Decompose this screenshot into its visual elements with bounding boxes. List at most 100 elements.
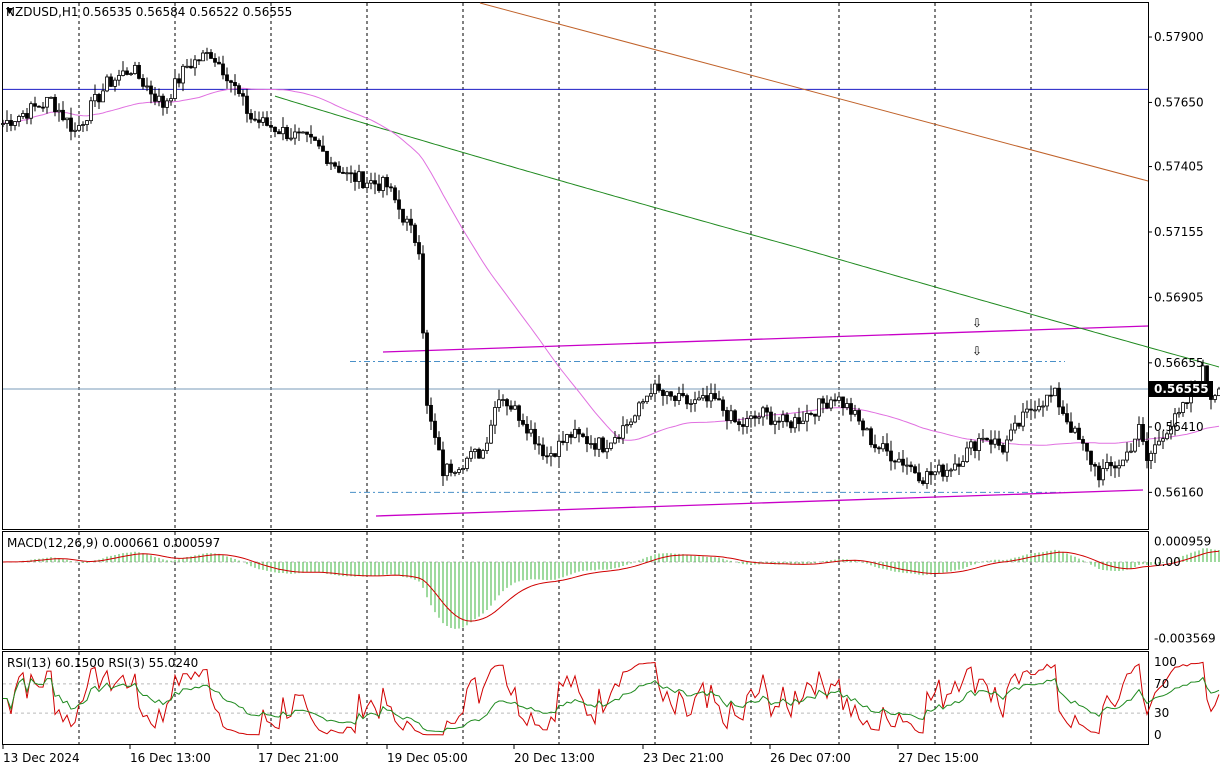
candle-body [933, 471, 937, 476]
candle-body [477, 448, 481, 459]
candle-body [581, 433, 585, 437]
candle-body [833, 399, 837, 402]
candle-body [869, 428, 873, 446]
candle-body [705, 395, 709, 402]
candle-body [109, 76, 113, 87]
candle-body [337, 165, 341, 173]
candle-body [585, 436, 589, 445]
candle-body [909, 464, 913, 468]
candle-body [641, 401, 645, 404]
price-tick-label: 0.57650 [1154, 95, 1204, 109]
candle-body [1145, 441, 1149, 461]
candle-body [393, 187, 397, 201]
price-tick-label: 0.57155 [1154, 225, 1204, 239]
candle-body [401, 208, 405, 223]
candle-body [45, 96, 49, 108]
candle-body [929, 471, 933, 476]
candle-body [229, 80, 233, 83]
candle-body [57, 109, 61, 113]
candle-body [273, 126, 277, 133]
candle-body [789, 421, 793, 429]
candle-body [673, 395, 677, 401]
candle-body [41, 106, 45, 109]
candle-body [897, 458, 901, 463]
time-tick-label: 27 Dec 15:00 [898, 751, 979, 765]
candle-body [729, 410, 733, 421]
candle-body [325, 150, 329, 164]
candle-body [537, 443, 541, 446]
candle-body [1001, 444, 1005, 453]
candle-body [345, 172, 349, 175]
candle-body [277, 131, 281, 135]
candle-body [113, 79, 117, 87]
candle-body [913, 466, 917, 474]
rsi-tick-label: 0 [1154, 728, 1162, 742]
candle-body [737, 421, 741, 425]
candle-body [101, 90, 105, 103]
candle-body [185, 65, 189, 68]
candle-body [377, 183, 381, 191]
candle-body [369, 180, 373, 184]
candle-body [605, 448, 609, 453]
candle-body [1161, 438, 1165, 442]
candle-body [589, 443, 593, 445]
candle-body [1105, 462, 1109, 469]
candle-body [385, 177, 389, 188]
candle-body [753, 415, 757, 419]
candle-body [937, 464, 941, 473]
candle-body [85, 120, 89, 125]
candle-body [773, 420, 777, 425]
candle-body [105, 76, 109, 92]
candle-body [1065, 413, 1069, 423]
candle-body [1133, 438, 1137, 452]
candle-body [237, 85, 241, 94]
time-tick-label: 17 Dec 21:00 [258, 751, 339, 765]
candle-body [1113, 465, 1117, 469]
candle-body [301, 131, 305, 134]
candle-body [453, 472, 457, 474]
candle-body [293, 131, 297, 139]
candle-body [917, 472, 921, 482]
candle-body [661, 389, 665, 396]
candle-body [889, 450, 893, 462]
candle-body [1101, 468, 1105, 481]
candle-body [893, 460, 897, 463]
candle-body [209, 52, 213, 59]
candle-body [857, 410, 861, 422]
candle-body [353, 172, 357, 182]
candle-body [597, 437, 601, 450]
candle-body [837, 396, 841, 401]
candle-body [321, 145, 325, 152]
candle-body [741, 424, 745, 427]
candle-body [977, 437, 981, 451]
candle-body [149, 85, 153, 95]
candle-body [905, 464, 909, 467]
candle-body [305, 131, 309, 135]
candle-body [609, 442, 613, 449]
candle-body [829, 399, 833, 409]
candle-body [717, 398, 721, 401]
candle-body [813, 413, 817, 417]
candle-body [721, 399, 725, 411]
candle-body [901, 458, 905, 466]
candle-body [9, 120, 13, 126]
candle-body [797, 417, 801, 425]
candle-body [437, 437, 441, 451]
candle-body [1089, 450, 1093, 465]
candle-body [193, 59, 197, 69]
candle-body [205, 52, 209, 54]
candle-body [1013, 422, 1017, 431]
candle-body [653, 383, 657, 395]
candle-body [733, 410, 737, 423]
candle-body [81, 124, 85, 126]
candle-body [1081, 439, 1085, 444]
candle-body [1093, 464, 1097, 467]
candle-body [33, 103, 37, 107]
candle-body [409, 218, 413, 226]
candle-body [665, 391, 669, 396]
candle-body [1117, 465, 1121, 469]
candle-body [793, 417, 797, 429]
candle-body [281, 127, 285, 135]
candle-body [953, 463, 957, 471]
candle-body [757, 416, 761, 419]
